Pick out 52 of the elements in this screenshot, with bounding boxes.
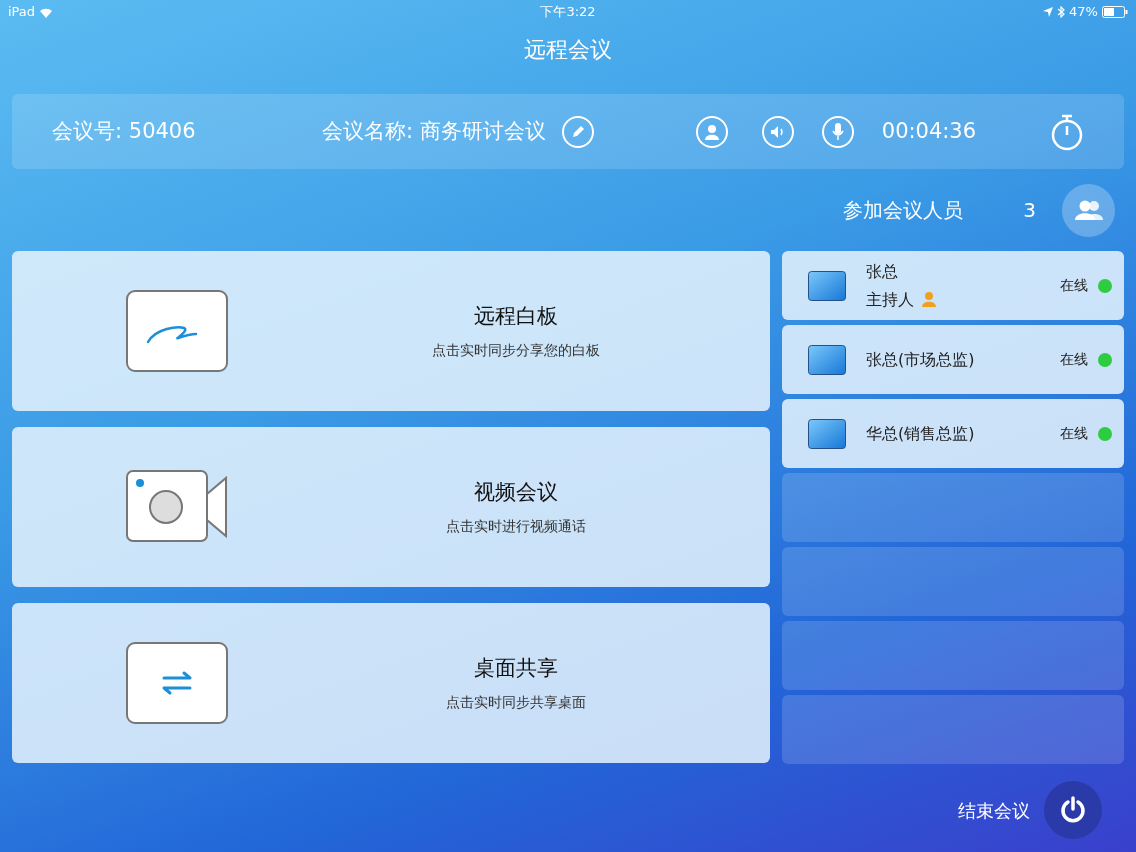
feature-title: 远程白板 [474, 302, 558, 330]
whiteboard-icon [126, 290, 228, 372]
battery-percent: 47% [1069, 3, 1098, 22]
feature-title: 桌面共享 [474, 654, 558, 682]
participant-name: 华总(销售总监) [866, 422, 975, 445]
avatar-tile-icon [808, 270, 846, 301]
speaker-button[interactable] [761, 115, 794, 148]
desktop-share-icon [126, 642, 228, 724]
stopwatch-button[interactable] [1050, 112, 1084, 151]
location-arrow-icon [1043, 7, 1054, 17]
battery-icon [1102, 6, 1128, 18]
participant-row[interactable]: 张总 主持人 在线 [782, 251, 1124, 320]
participant-row[interactable]: 张总(市场总监) 在线 [782, 325, 1124, 394]
wifi-icon [39, 6, 54, 18]
person-icon [704, 123, 719, 140]
end-meeting-label: 结束会议 [958, 798, 1030, 823]
device-name: iPad [8, 3, 36, 22]
video-camera-icon [126, 470, 228, 544]
meeting-id: 会议号: 50406 [52, 117, 197, 145]
participant-count: 3 [1023, 197, 1036, 224]
meeting-name: 会议名称: 商务研讨会议 [322, 117, 546, 145]
host-person-icon [922, 292, 936, 307]
participants-label: 参加会议人员 [843, 197, 964, 224]
participants-button[interactable] [1062, 183, 1115, 237]
call-timer: 00:04:36 [881, 117, 977, 145]
online-status: 在线 [1060, 276, 1088, 295]
feature-description: 点击实时同步共享桌面 [446, 693, 586, 713]
feature-card[interactable]: 远程白板 点击实时同步分享您的白板 [12, 251, 770, 411]
feature-title: 视频会议 [474, 478, 558, 506]
bluetooth-icon [1057, 6, 1066, 18]
avatar-tile-icon [808, 344, 846, 375]
clock: 下午3:22 [540, 3, 596, 22]
feature-card[interactable]: 桌面共享 点击实时同步共享桌面 [12, 603, 770, 763]
page-title: 远程会议 [524, 35, 612, 64]
microphone-icon [831, 122, 844, 141]
online-status: 在线 [1060, 424, 1088, 443]
participant-role: 主持人 [866, 288, 914, 311]
stopwatch-icon [1050, 112, 1084, 151]
feature-description: 点击实时同步分享您的白板 [432, 341, 600, 361]
microphone-button[interactable] [821, 115, 854, 148]
edit-button[interactable] [561, 115, 594, 148]
people-icon [1074, 200, 1103, 220]
avatar-tile-icon [808, 418, 846, 449]
participant-button[interactable] [695, 115, 728, 148]
speaker-icon [769, 124, 786, 139]
feature-card[interactable]: 视频会议 点击实时进行视频通话 [12, 427, 770, 587]
participant-name: 张总 [866, 260, 899, 283]
power-icon [1060, 796, 1086, 824]
participant-row[interactable]: 华总(销售总监) 在线 [782, 399, 1124, 468]
online-status: 在线 [1060, 350, 1088, 369]
participant-name: 张总(市场总监) [866, 348, 975, 371]
feature-description: 点击实时进行视频通话 [446, 517, 586, 537]
